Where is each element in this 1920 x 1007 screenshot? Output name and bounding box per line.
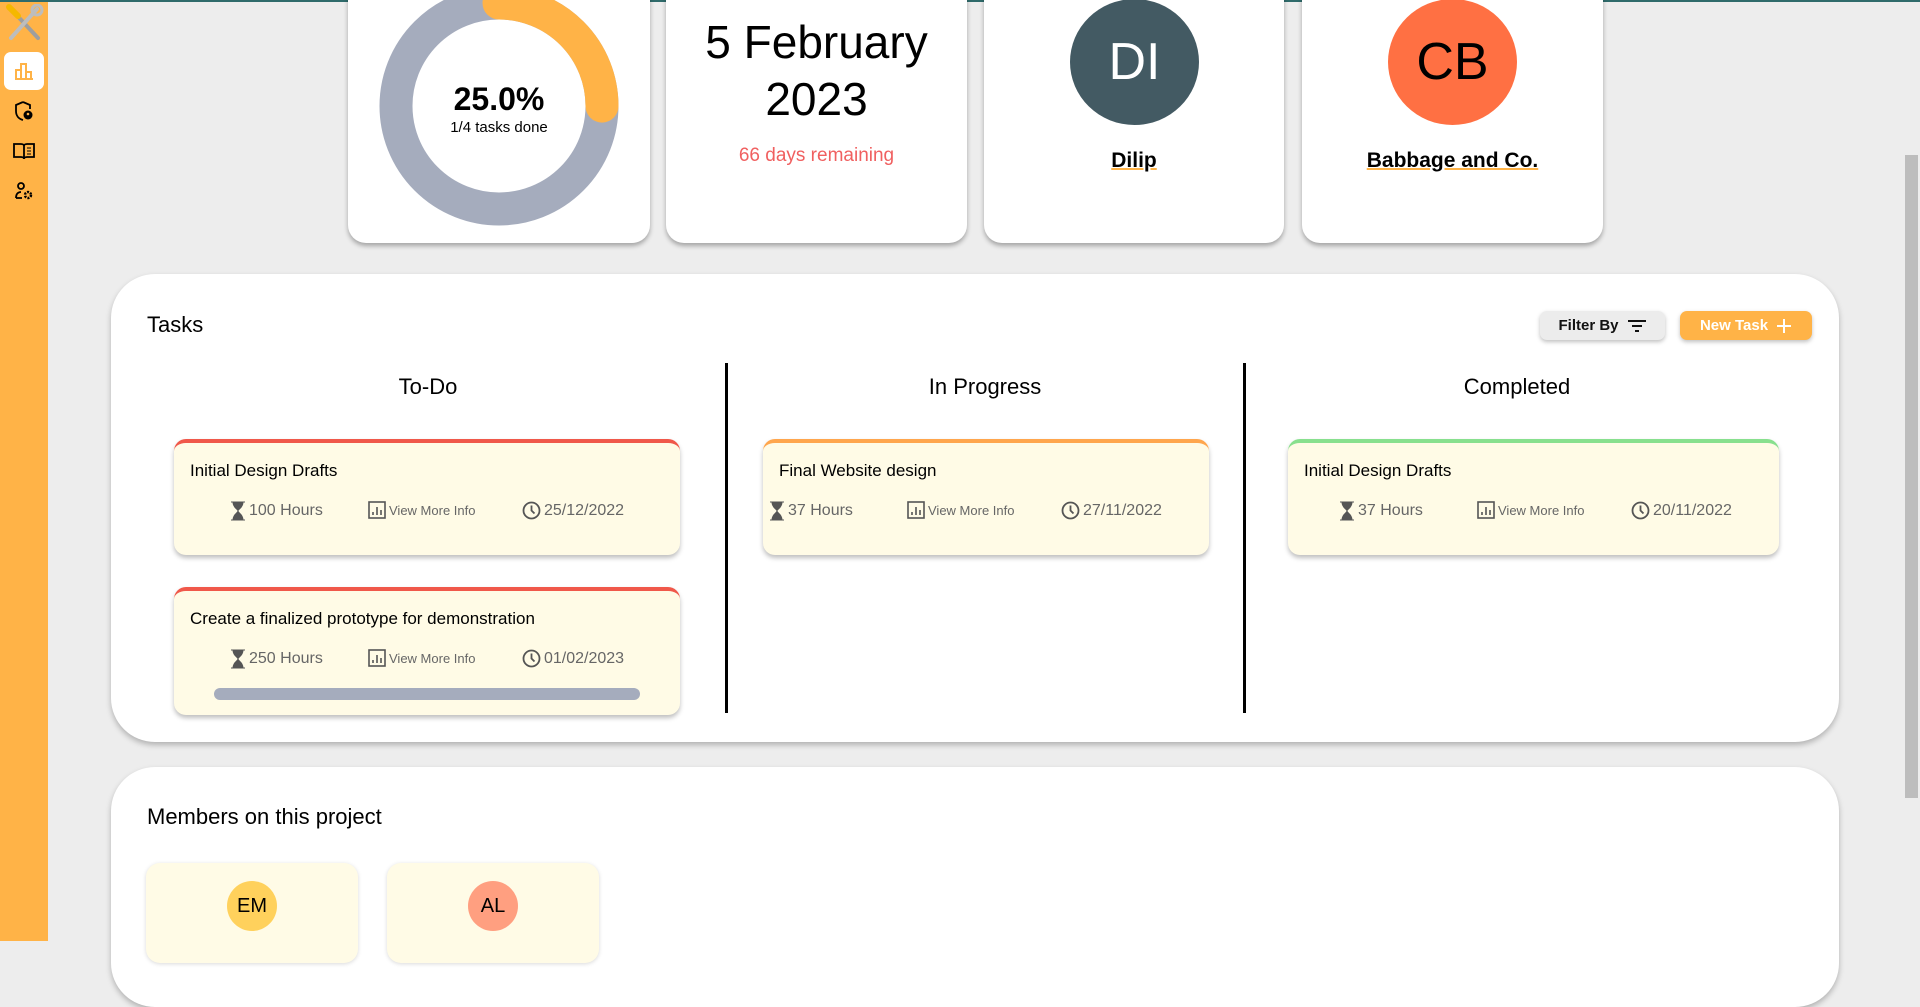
tools-logo-icon — [6, 4, 44, 40]
member-avatar: EM — [227, 881, 277, 931]
task-hours: 37 Hours — [769, 501, 853, 521]
hourglass-icon — [231, 649, 245, 669]
filter-icon — [1627, 319, 1646, 332]
progress-percent: 25.0% — [453, 81, 545, 117]
task-progress-bar — [214, 688, 640, 700]
book-icon — [13, 143, 35, 160]
member-card[interactable]: EM — [146, 863, 358, 963]
task-hours: 250 Hours — [230, 649, 323, 669]
scrollbar[interactable] — [1902, 2, 1920, 941]
scrollbar-thumb[interactable] — [1905, 155, 1918, 798]
clock-icon — [522, 501, 541, 520]
task-hours: 100 Hours — [230, 501, 323, 521]
column-title-in-progress: In Progress — [928, 374, 1042, 399]
members-title: Members on this project — [147, 804, 382, 829]
task-hours: 37 Hours — [1339, 501, 1423, 521]
sidebar — [0, 2, 48, 941]
column-divider — [725, 363, 728, 713]
column-title-completed: Completed — [1463, 374, 1571, 399]
task-due-date: 25/12/2022 — [522, 501, 624, 520]
clock-icon — [1631, 501, 1650, 520]
clock-icon — [1061, 501, 1080, 520]
chart-box-icon — [368, 501, 386, 519]
client-avatar: CB — [1388, 0, 1517, 125]
chart-box-icon — [1477, 501, 1495, 519]
task-name: Initial Design Drafts — [190, 461, 338, 480]
view-more-info-link[interactable]: View More Info — [907, 501, 1014, 519]
task-card[interactable]: Final Website design 37 Hours View More … — [763, 439, 1209, 555]
tasks-panel: Tasks Filter By New Task To-Do In Progre… — [111, 274, 1839, 742]
user-settings-icon — [15, 182, 33, 200]
tasks-title: Tasks — [147, 312, 204, 337]
sidebar-item-dashboard[interactable] — [4, 52, 44, 90]
sidebar-item-docs[interactable] — [4, 132, 44, 170]
view-more-info-link[interactable]: View More Info — [368, 649, 475, 667]
task-card[interactable]: Initial Design Drafts 100 Hours View Mor… — [174, 439, 680, 555]
hourglass-icon — [231, 501, 245, 521]
member-card[interactable]: AL — [387, 863, 599, 963]
filter-button[interactable]: Filter By — [1540, 311, 1665, 340]
task-card[interactable]: Create a finalized prototype for demonst… — [174, 587, 680, 715]
task-name: Create a finalized prototype for demonst… — [190, 609, 535, 628]
new-task-button[interactable]: New Task — [1680, 311, 1812, 340]
task-name: Initial Design Drafts — [1304, 461, 1452, 480]
task-due-date: 01/02/2023 — [522, 649, 624, 668]
sidebar-item-user-settings[interactable] — [4, 172, 44, 210]
sidebar-item-security[interactable] — [4, 92, 44, 130]
column-title-todo: To-Do — [398, 374, 458, 399]
members-panel: Members on this project EM AL — [111, 767, 1839, 1007]
deadline-date: 5 February 2023 — [705, 16, 928, 125]
plus-icon — [1777, 318, 1792, 333]
deadline-card: 5 February 2023 66 days remaining — [666, 0, 967, 243]
column-divider — [1243, 363, 1246, 713]
hourglass-icon — [1340, 501, 1354, 521]
task-card[interactable]: Initial Design Drafts 37 Hours View More… — [1288, 439, 1779, 555]
view-more-info-link[interactable]: View More Info — [368, 501, 475, 519]
task-due-date: 27/11/2022 — [1061, 501, 1162, 520]
manager-card: DI Dilip — [984, 0, 1284, 243]
manager-name[interactable]: Dilip — [984, 149, 1284, 173]
days-remaining: 66 days remaining — [738, 145, 895, 166]
client-name[interactable]: Babbage and Co. — [1302, 149, 1603, 173]
progress-card: 25.0% 1/4 tasks done — [348, 0, 650, 243]
task-name: Final Website design — [779, 461, 937, 480]
progress-tasks-done: 1/4 tasks done — [450, 119, 548, 136]
bar-chart-icon — [15, 63, 33, 80]
shield-user-icon — [15, 101, 33, 121]
manager-avatar: DI — [1070, 0, 1199, 125]
view-more-info-link[interactable]: View More Info — [1477, 501, 1584, 519]
chart-box-icon — [907, 501, 925, 519]
clock-icon — [522, 649, 541, 668]
member-avatar: AL — [468, 881, 518, 931]
hourglass-icon — [770, 501, 784, 521]
chart-box-icon — [368, 649, 386, 667]
task-due-date: 20/11/2022 — [1631, 501, 1732, 520]
client-card: CB Babbage and Co. — [1302, 0, 1603, 243]
